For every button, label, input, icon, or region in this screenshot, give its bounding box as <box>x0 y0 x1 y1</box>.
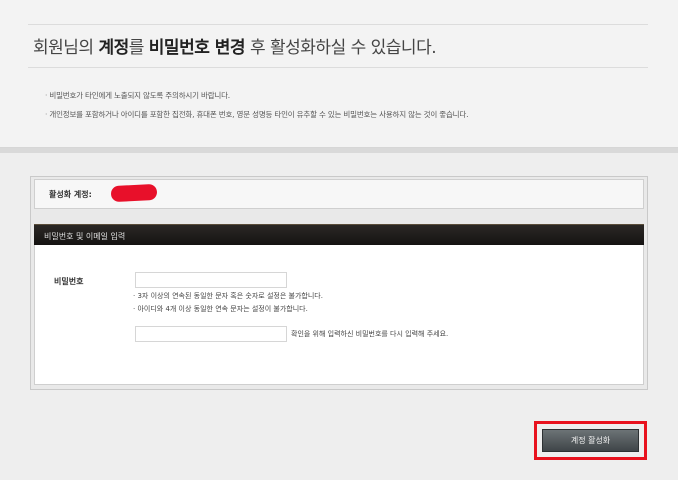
page-title: 회원님의 계정를 비밀번호 변경 후 활성화하실 수 있습니다. <box>33 33 437 58</box>
password-rules: 3자 이상의 연속된 동일한 문자 혹은 숫자로 설정은 불가합니다. 아이디와… <box>133 290 323 316</box>
account-box: 활성화 계정: <box>34 179 644 209</box>
headline-suffix: 후 활성화하실 수 있습니다. <box>245 38 437 58</box>
activate-button-highlight: 계정 활성화 <box>534 421 647 460</box>
notice-panel: 회원님의 계정를 비밀번호 변경 후 활성화하실 수 있습니다. 비밀번호가 타… <box>0 0 678 148</box>
form-section-header: 비밀번호 및 이메일 입력 <box>34 224 644 245</box>
password-confirm-input[interactable] <box>135 326 287 342</box>
headline-account-word: 계정 <box>98 38 129 58</box>
notice-item: 개인정보를 포함하거나 아이디를 포함한 집전화, 휴대폰 번호, 영문 성명등… <box>45 105 645 124</box>
notice-item: 비밀번호가 타인에게 노출되지 않도록 주의하시기 바랍니다. <box>45 86 645 105</box>
headline-prefix: 회원님의 <box>33 38 99 58</box>
account-value-redacted <box>110 183 158 203</box>
headline-password-change: 비밀번호 변경 <box>148 38 246 58</box>
title-divider <box>28 67 648 68</box>
activate-account-button[interactable]: 계정 활성화 <box>542 429 639 452</box>
password-label: 비밀번호 <box>54 277 84 286</box>
section-divider <box>0 148 678 153</box>
notice-list: 비밀번호가 타인에게 노출되지 않도록 주의하시기 바랍니다. 개인정보를 포함… <box>45 86 645 124</box>
password-confirm-hint: 확인을 위해 입력하신 비밀번호를 다시 입력해 주세요. <box>291 330 449 338</box>
password-input[interactable] <box>135 272 287 288</box>
form-section-title: 비밀번호 및 이메일 입력 <box>44 232 126 241</box>
form-body: 비밀번호 3자 이상의 연속된 동일한 문자 혹은 숫자로 설정은 불가합니다.… <box>34 245 644 385</box>
password-rule: 3자 이상의 연속된 동일한 문자 혹은 숫자로 설정은 불가합니다. <box>133 290 322 303</box>
password-rule: 아이디와 4개 이상 동일한 연속 문자는 설정이 불가합니다. <box>133 303 323 316</box>
top-divider <box>28 24 648 25</box>
headline-particle: 를 <box>128 38 149 58</box>
account-label: 활성화 계정: <box>49 190 92 199</box>
